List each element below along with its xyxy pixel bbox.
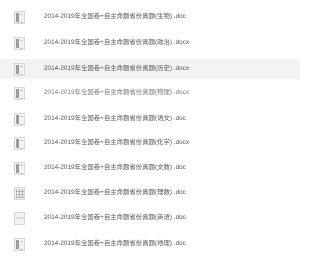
- file-name: 2014-2019年全国卷+自主命题省份真题(历史) .docx: [44, 65, 190, 72]
- file-name: 2014-2019年全国卷+自主命题省份真题(地理) .doc: [44, 240, 186, 247]
- file-name: 2014-2019年全国卷+自主命题省份真题(生物) .doc: [44, 13, 186, 20]
- file-name: 2014-2019年全国卷+自主命题省份真题(化学) .docx: [44, 139, 190, 146]
- word-doc-icon: [14, 136, 25, 150]
- file-row[interactable]: 2014-2019年全国卷+自主命题省份真题(理数) .doc: [0, 183, 300, 203]
- file-name: 2014-2019年全国卷+自主命题省份真题(政治) .docx: [44, 39, 190, 46]
- spreadsheet-icon: [14, 186, 25, 200]
- file-row[interactable]: 2014-2019年全国卷+自主命题省份真题(物理) .docx: [0, 83, 300, 103]
- word-doc-icon: [14, 86, 25, 100]
- file-row[interactable]: 2014-2019年全国卷+自主命题省份真题(语文) .doc: [0, 109, 300, 129]
- file-name: 2014-2019年全国卷+自主命题省份真题(物理) .docx: [44, 89, 190, 96]
- file-row[interactable]: 2014-2019年全国卷+自主命题省份真题(化学) .docx: [0, 133, 300, 153]
- file-name: 2014-2019年全国卷+自主命题省份真题(文数) .doc: [44, 164, 186, 171]
- file-list: 2014-2019年全国卷+自主命题省份真题(生物) .doc 2014-2019…: [0, 0, 300, 267]
- file-row[interactable]: 2014-2019年全国卷+自主命题省份真题(政治) .docx: [0, 33, 300, 53]
- file-name: 2014-2019年全国卷+自主命题省份真题(语文) .doc: [44, 115, 186, 122]
- file-row[interactable]: 2014-2019年全国卷+自主命题省份真题(文数) .doc: [0, 158, 300, 178]
- file-name: 2014-2019年全国卷+自主命题省份真题(英语) .doc: [44, 214, 186, 221]
- word-doc-icon: [14, 10, 25, 24]
- word-doc-icon: [14, 112, 25, 126]
- word-doc-icon: [14, 36, 25, 50]
- blank-file-icon: [14, 211, 25, 225]
- file-row[interactable]: 2014-2019年全国卷+自主命题省份真题(生物) .doc: [0, 7, 300, 27]
- file-row[interactable]: 2014-2019年全国卷+自主命题省份真题(历史) .docx: [0, 59, 300, 79]
- word-doc-icon: [14, 161, 25, 175]
- word-doc-icon: [14, 62, 25, 76]
- file-row[interactable]: 2014-2019年全国卷+自主命题省份真题(英语) .doc: [0, 208, 300, 228]
- file-name: 2014-2019年全国卷+自主命题省份真题(理数) .doc: [44, 189, 186, 196]
- file-row[interactable]: 2014-2019年全国卷+自主命题省份真题(地理) .doc: [0, 234, 300, 254]
- word-doc-icon: [14, 237, 25, 251]
